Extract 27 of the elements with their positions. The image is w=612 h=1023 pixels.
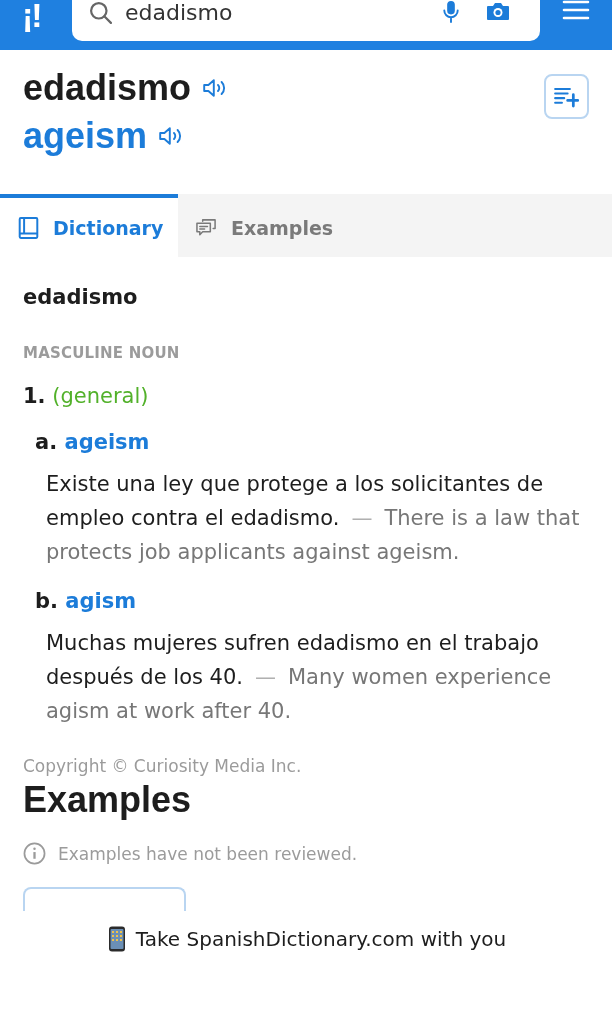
speaker-icon[interactable] (203, 78, 228, 98)
add-to-list-button[interactable] (544, 74, 589, 119)
banner-text: Take SpanishDictionary.com with you (135, 926, 507, 952)
book-icon (18, 216, 39, 239)
sense-translation: a. ageism (35, 429, 151, 456)
example-sentence: Muchas mujeres sufren edadismo en el trabajo después de los 40. — Many women experience agism at work after 40. (46, 630, 553, 725)
notice-text: Examples have not been reviewed. (58, 843, 358, 864)
camera-icon[interactable] (486, 2, 510, 21)
search-icon (90, 2, 112, 24)
section-heading: Examples (23, 780, 193, 820)
part-of-speech: MASCULINE NOUN (23, 343, 181, 363)
tab[interactable]: Examples (178, 194, 356, 257)
list-plus-icon (554, 85, 579, 108)
info-icon (23, 842, 46, 865)
sense-translation: b. agism (35, 588, 138, 615)
microphone-icon[interactable] (442, 0, 460, 23)
speaker-icon[interactable] (159, 126, 184, 146)
headword: edadismo (23, 68, 192, 108)
copyright-text: Copyright © Curiosity Media Inc. (23, 756, 303, 776)
sense-heading: 1. (general) (23, 383, 150, 410)
tab[interactable]: Dictionary (0, 194, 178, 257)
menu-icon[interactable] (562, 0, 590, 20)
entry-word: edadismo (23, 285, 139, 309)
example-sentence: Existe una ley que protege a los solicitantes de empleo contra el edadismo. — There is a law that protects job applicants against ageism. (46, 471, 581, 566)
logo[interactable]: ¡! (22, 0, 56, 30)
search-field[interactable]: edadismo (72, 0, 540, 41)
headword-translation[interactable]: ageism (23, 116, 148, 156)
